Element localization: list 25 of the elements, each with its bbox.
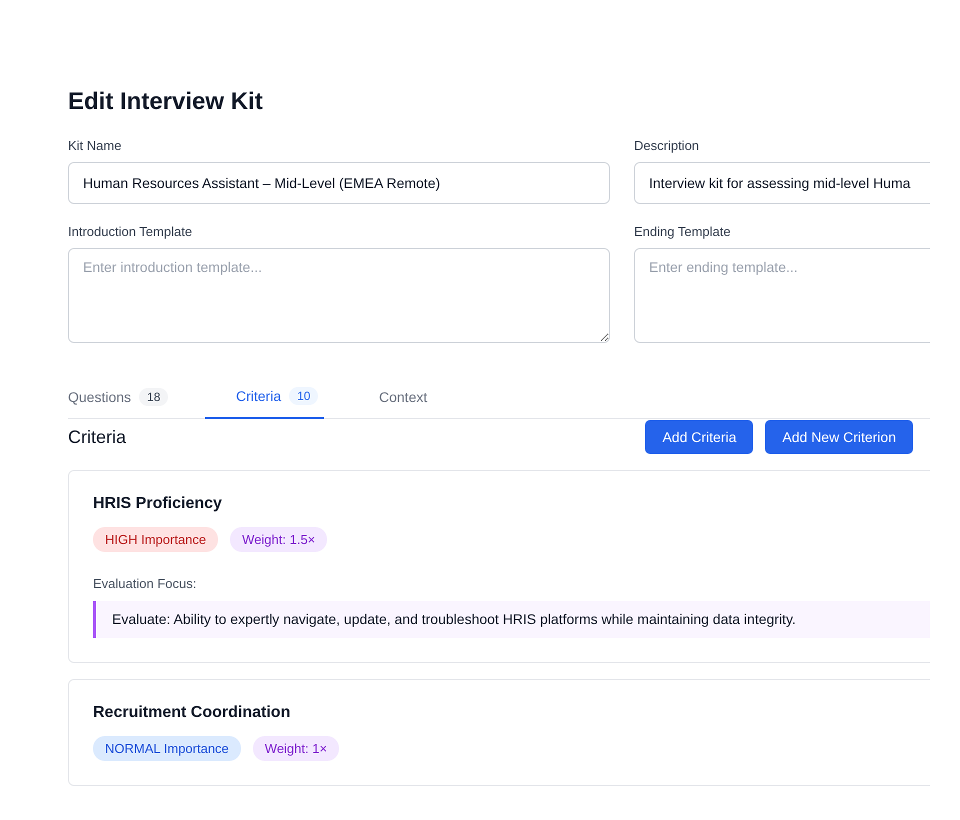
field-label: Kit Name	[68, 138, 122, 153]
importance-tag: HIGH Importance	[93, 527, 218, 552]
count-badge: 10	[289, 387, 318, 405]
criterion-name: HRIS Proficiency	[93, 495, 223, 513]
page-title: Edit Interview Kit	[68, 88, 264, 116]
text-field[interactable]: Human Resources Assistant – Mid-Level (EMEA Remote)	[68, 162, 610, 204]
field-label: Description	[634, 138, 700, 153]
text-area[interactable]: Enter ending template...	[634, 248, 930, 343]
focus-text: Evaluate: Ability to expertly navigate, update, and troubleshoot HRIS platforms while maintaining data integrity.	[93, 601, 930, 638]
section-title: Criteria	[68, 426, 126, 448]
field-label: Ending Template	[634, 224, 732, 239]
criterion-name: Recruitment Coordination	[93, 704, 292, 722]
weight-tag: Weight: 1.5×	[230, 527, 328, 552]
add-button[interactable]: Add New Criterion	[765, 420, 913, 454]
focus-label: Evaluation Focus:	[93, 576, 198, 591]
tab[interactable]: Context	[324, 377, 428, 418]
weight-tag: Weight: 1×	[252, 736, 340, 761]
text-field[interactable]: Interview kit for assessing mid-level Huma	[634, 162, 930, 204]
add-button[interactable]: Add Criteria	[645, 420, 754, 454]
tab[interactable]: Questions 18	[68, 377, 205, 418]
tab[interactable]: Criteria 10	[205, 377, 324, 419]
count-badge: 18	[139, 388, 168, 406]
field-label: Introduction Template	[68, 224, 194, 239]
text-area[interactable]: Enter introduction template...	[68, 248, 610, 343]
importance-tag: NORMAL Importance	[93, 736, 241, 761]
